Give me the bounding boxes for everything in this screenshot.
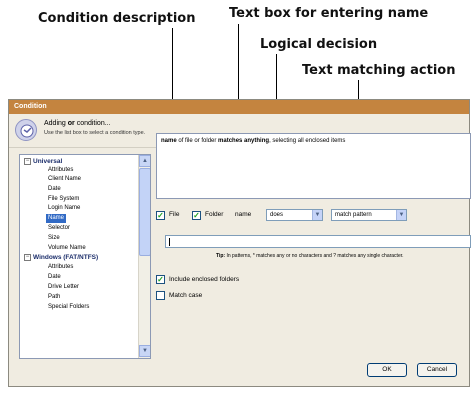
tree-group-universal[interactable]: Universal [33,157,62,166]
tree-item-volume-name[interactable]: Volume Name [48,244,86,253]
dialog-title-bar: Condition [9,100,469,114]
collapse-icon[interactable]: − [24,254,31,261]
description-text: , selecting all enclosed items [269,138,346,144]
tree-item-special-folders[interactable]: Special Folders [48,303,89,312]
dialog-heading: Adding or condition... [44,120,111,127]
scroll-up-icon[interactable]: ▲ [139,155,150,167]
include-enclosed-label: Include enclosed folders [169,276,240,283]
tip-text: In patterns, * matches any or no charact… [225,253,404,259]
match-case-label: Match case [169,292,203,299]
chevron-down-icon[interactable]: ▼ [312,210,322,220]
condition-dialog: Condition Adding or condition... Use the… [8,99,471,387]
tree-item-attributes[interactable]: Attributes [48,166,73,175]
scroll-thumb[interactable] [139,168,150,256]
chevron-down-icon[interactable]: ▼ [396,210,406,220]
tree-scrollbar[interactable]: ▲ ▼ [138,155,150,358]
match-dropdown[interactable]: match pattern ▼ [331,209,407,221]
tip-label: Tip: [216,253,226,259]
description-keyword-name[interactable]: name [161,138,177,144]
text-caret [169,238,170,246]
tree-item-file-system[interactable]: File System [48,195,79,204]
condition-icon [15,119,37,141]
callout-logical-decision: Logical decision [260,37,378,52]
condition-description-box[interactable]: name of file or folder matches anything,… [156,133,471,199]
callout-text-matching-action: Text matching action [302,63,456,78]
callout-condition-description: Condition description [38,11,196,26]
ok-button[interactable]: OK [367,363,407,377]
heading-prefix: Adding [44,120,68,127]
tree-item-date[interactable]: Date [48,273,61,282]
match-dropdown-value: match pattern [335,212,372,218]
include-enclosed-checkbox[interactable]: ✓ [156,275,165,284]
tree-item-client-name[interactable]: Client Name [48,175,81,184]
description-keyword-match[interactable]: matches anything [218,138,269,144]
heading-suffix: condition... [74,120,111,127]
heading-or: or [67,120,75,127]
tree-item-drive-letter[interactable]: Drive Letter [48,283,79,292]
tree-item-selector[interactable]: Selector [48,224,70,233]
tree-group-windows[interactable]: Windows (FAT/NTFS) [33,253,98,262]
tree-item-login-name[interactable]: Login Name [48,204,80,213]
dialog-subheading: Use the list box to select a condition t… [44,130,146,136]
tree-item-attributes[interactable]: Attributes [48,263,73,272]
name-input[interactable] [165,235,471,248]
match-case-checkbox[interactable] [156,291,165,300]
tree-item-size[interactable]: Size [48,234,60,243]
file-checkbox[interactable]: ✓ [156,211,165,220]
name-label: name [235,211,252,218]
pattern-tip: Tip: In patterns, * matches any or no ch… [216,253,404,259]
file-checkbox-label: File [169,211,180,218]
logic-dropdown-value: does [270,212,284,218]
collapse-icon[interactable]: − [24,158,31,165]
logic-dropdown[interactable]: does ▼ [266,209,323,221]
scroll-down-icon[interactable]: ▼ [139,345,150,357]
cancel-button[interactable]: Cancel [417,363,457,377]
tree-item-path[interactable]: Path [48,293,60,302]
folder-checkbox[interactable]: ✓ [192,211,201,220]
description-text: of file or folder [176,138,219,144]
tree-item-name[interactable]: Name [46,214,67,223]
folder-checkbox-label: Folder [205,211,224,218]
condition-type-tree[interactable]: − Universal Attributes Client Name Date … [19,154,151,359]
callout-text-box-name: Text box for entering name [229,6,429,21]
tree-item-date[interactable]: Date [48,185,61,194]
